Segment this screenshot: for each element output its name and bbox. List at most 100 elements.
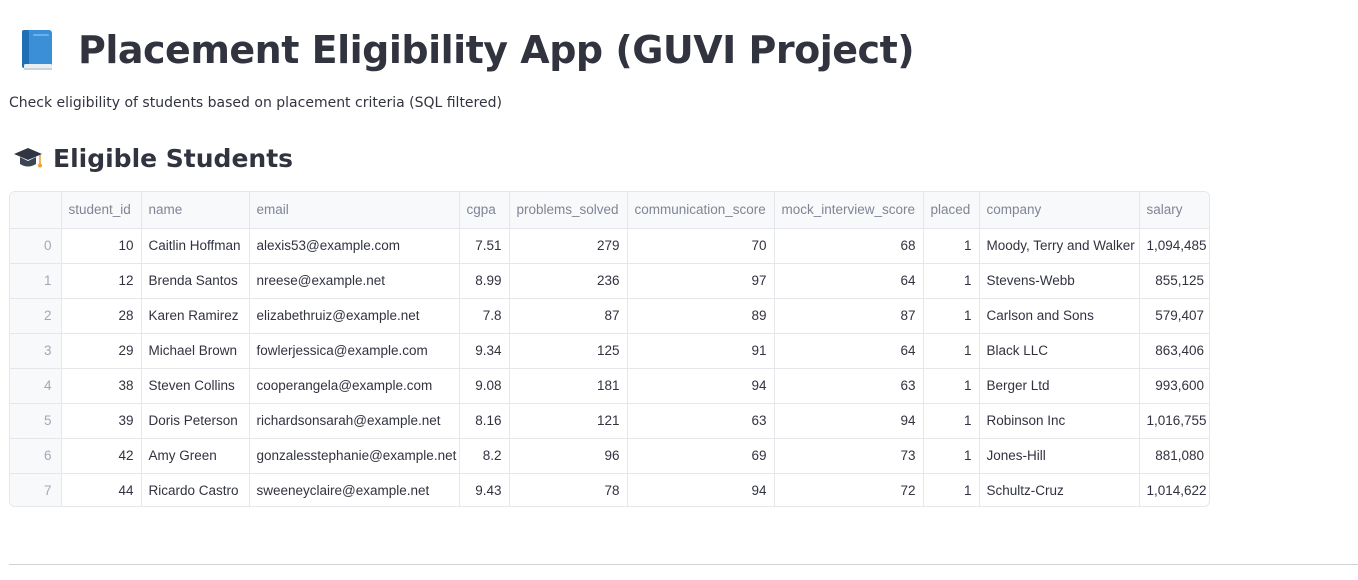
mock-interview-score-cell[interactable]: 64 — [774, 263, 924, 299]
column-header-name[interactable]: name — [141, 192, 250, 229]
placed-cell[interactable]: 1 — [923, 438, 980, 474]
salary-cell[interactable]: 993,600 — [1139, 368, 1209, 404]
column-header-email[interactable]: email — [249, 192, 460, 229]
mock-interview-score-cell[interactable]: 94 — [774, 403, 924, 439]
company-cell[interactable]: Black LLC — [979, 333, 1140, 369]
communication-score-cell[interactable]: 91 — [627, 333, 775, 369]
mock-interview-score-cell[interactable]: 87 — [774, 298, 924, 334]
row-index-cell[interactable]: 0 — [10, 228, 62, 264]
row-index-cell[interactable]: 5 — [10, 403, 62, 439]
problems-solved-cell[interactable]: 87 — [509, 298, 628, 334]
problems-solved-cell[interactable]: 125 — [509, 333, 628, 369]
communication-score-cell[interactable]: 89 — [627, 298, 775, 334]
email-cell[interactable]: alexis53@example.com — [249, 228, 460, 264]
row-index-cell[interactable]: 3 — [10, 333, 62, 369]
name-cell[interactable]: Amy Green — [141, 438, 250, 474]
company-cell[interactable]: Berger Ltd — [979, 368, 1140, 404]
placed-cell[interactable]: 1 — [923, 263, 980, 299]
column-header-company[interactable]: company — [979, 192, 1140, 229]
company-cell[interactable]: Moody, Terry and Walker — [979, 228, 1140, 264]
mock-interview-score-cell[interactable]: 64 — [774, 333, 924, 369]
problems-solved-cell[interactable]: 236 — [509, 263, 628, 299]
student-id-cell[interactable]: 44 — [61, 473, 142, 506]
students-dataframe[interactable]: student_id name email cgpa problems_solv… — [9, 191, 1210, 507]
email-cell[interactable]: fowlerjessica@example.com — [249, 333, 460, 369]
name-cell[interactable]: Brenda Santos — [141, 263, 250, 299]
email-cell[interactable]: cooperangela@example.com — [249, 368, 460, 404]
communication-score-cell[interactable]: 94 — [627, 473, 775, 506]
email-cell[interactable]: elizabethruiz@example.net — [249, 298, 460, 334]
problems-solved-cell[interactable]: 78 — [509, 473, 628, 506]
row-index-cell[interactable]: 1 — [10, 263, 62, 299]
placed-cell[interactable]: 1 — [923, 228, 980, 264]
mock-interview-score-cell[interactable]: 63 — [774, 368, 924, 404]
cgpa-cell[interactable]: 8.99 — [459, 263, 510, 299]
placed-cell[interactable]: 1 — [923, 333, 980, 369]
company-cell[interactable]: Schultz-Cruz — [979, 473, 1140, 506]
student-id-cell[interactable]: 42 — [61, 438, 142, 474]
name-cell[interactable]: Doris Peterson — [141, 403, 250, 439]
cgpa-cell[interactable]: 8.16 — [459, 403, 510, 439]
mock-interview-score-cell[interactable]: 73 — [774, 438, 924, 474]
communication-score-cell[interactable]: 94 — [627, 368, 775, 404]
name-cell[interactable]: Karen Ramirez — [141, 298, 250, 334]
name-cell[interactable]: Michael Brown — [141, 333, 250, 369]
salary-cell[interactable]: 1,014,622 — [1139, 473, 1209, 506]
problems-solved-cell[interactable]: 96 — [509, 438, 628, 474]
column-header-placed[interactable]: placed — [923, 192, 980, 229]
placed-cell[interactable]: 1 — [923, 298, 980, 334]
salary-cell[interactable]: 863,406 — [1139, 333, 1209, 369]
placed-cell[interactable]: 1 — [923, 473, 980, 506]
placed-cell[interactable]: 1 — [923, 403, 980, 439]
cgpa-cell[interactable]: 9.34 — [459, 333, 510, 369]
company-cell[interactable]: Jones-Hill — [979, 438, 1140, 474]
name-cell[interactable]: Caitlin Hoffman — [141, 228, 250, 264]
salary-cell[interactable]: 881,080 — [1139, 438, 1209, 474]
student-id-cell[interactable]: 28 — [61, 298, 142, 334]
communication-score-cell[interactable]: 63 — [627, 403, 775, 439]
problems-solved-cell[interactable]: 279 — [509, 228, 628, 264]
column-header-student-id[interactable]: student_id — [61, 192, 142, 229]
email-cell[interactable]: sweeneyclaire@example.net — [249, 473, 460, 506]
mock-interview-score-cell[interactable]: 72 — [774, 473, 924, 506]
row-index-cell[interactable]: 2 — [10, 298, 62, 334]
name-cell[interactable]: Steven Collins — [141, 368, 250, 404]
row-index-cell[interactable]: 7 — [10, 473, 62, 506]
cgpa-cell[interactable]: 9.08 — [459, 368, 510, 404]
email-cell[interactable]: richardsonsarah@example.net — [249, 403, 460, 439]
communication-score-cell[interactable]: 69 — [627, 438, 775, 474]
problems-solved-cell[interactable]: 181 — [509, 368, 628, 404]
communication-score-cell[interactable]: 97 — [627, 263, 775, 299]
column-header-problems-solved[interactable]: problems_solved — [509, 192, 628, 229]
salary-cell[interactable]: 1,094,485 — [1139, 228, 1209, 264]
student-id-cell[interactable]: 10 — [61, 228, 142, 264]
salary-cell[interactable]: 855,125 — [1139, 263, 1209, 299]
row-index-cell[interactable]: 6 — [10, 438, 62, 474]
salary-cell[interactable]: 1,016,755 — [1139, 403, 1209, 439]
name-cell[interactable]: Ricardo Castro — [141, 473, 250, 506]
row-index-cell[interactable]: 4 — [10, 368, 62, 404]
cgpa-cell[interactable]: 7.51 — [459, 228, 510, 264]
student-id-cell[interactable]: 12 — [61, 263, 142, 299]
company-cell[interactable]: Stevens-Webb — [979, 263, 1140, 299]
company-cell[interactable]: Carlson and Sons — [979, 298, 1140, 334]
student-id-cell[interactable]: 39 — [61, 403, 142, 439]
column-header-salary[interactable]: salary — [1139, 192, 1209, 229]
student-id-cell[interactable]: 29 — [61, 333, 142, 369]
cgpa-cell[interactable]: 9.43 — [459, 473, 510, 506]
salary-cell[interactable]: 579,407 — [1139, 298, 1209, 334]
email-cell[interactable]: gonzalesstephanie@example.net — [249, 438, 460, 474]
column-header-cgpa[interactable]: cgpa — [459, 192, 510, 229]
company-cell[interactable]: Robinson Inc — [979, 403, 1140, 439]
column-header-communication-score[interactable]: communication_score — [627, 192, 775, 229]
cgpa-cell[interactable]: 7.8 — [459, 298, 510, 334]
placed-cell[interactable]: 1 — [923, 368, 980, 404]
column-header-mock-interview-score[interactable]: mock_interview_score — [774, 192, 924, 229]
column-header-index[interactable] — [10, 192, 62, 229]
problems-solved-cell[interactable]: 121 — [509, 403, 628, 439]
mock-interview-score-cell[interactable]: 68 — [774, 228, 924, 264]
cgpa-cell[interactable]: 8.2 — [459, 438, 510, 474]
communication-score-cell[interactable]: 70 — [627, 228, 775, 264]
email-cell[interactable]: nreese@example.net — [249, 263, 460, 299]
student-id-cell[interactable]: 38 — [61, 368, 142, 404]
